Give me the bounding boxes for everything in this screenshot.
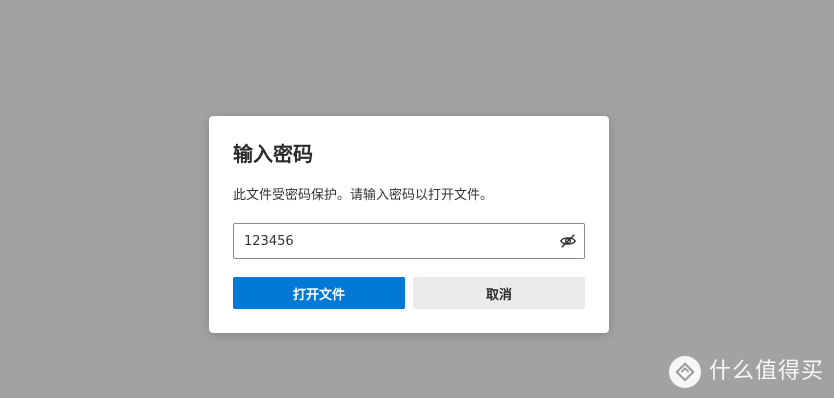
password-dialog: 输入密码 此文件受密码保护。请输入密码以打开文件。 打开文件 取消 [209, 116, 609, 333]
dialog-title: 输入密码 [233, 142, 313, 166]
password-input[interactable] [234, 224, 554, 258]
cancel-button[interactable]: 取消 [413, 277, 585, 309]
watermark: 什么值得买 [668, 356, 824, 388]
smzdm-logo-icon [668, 356, 701, 388]
watermark-text: 什么值得买 [708, 359, 824, 384]
open-file-button[interactable]: 打开文件 [233, 277, 405, 309]
eye-slash-icon[interactable] [558, 231, 578, 251]
dialog-message: 此文件受密码保护。请输入密码以打开文件。 [233, 188, 494, 203]
password-field [233, 223, 585, 259]
